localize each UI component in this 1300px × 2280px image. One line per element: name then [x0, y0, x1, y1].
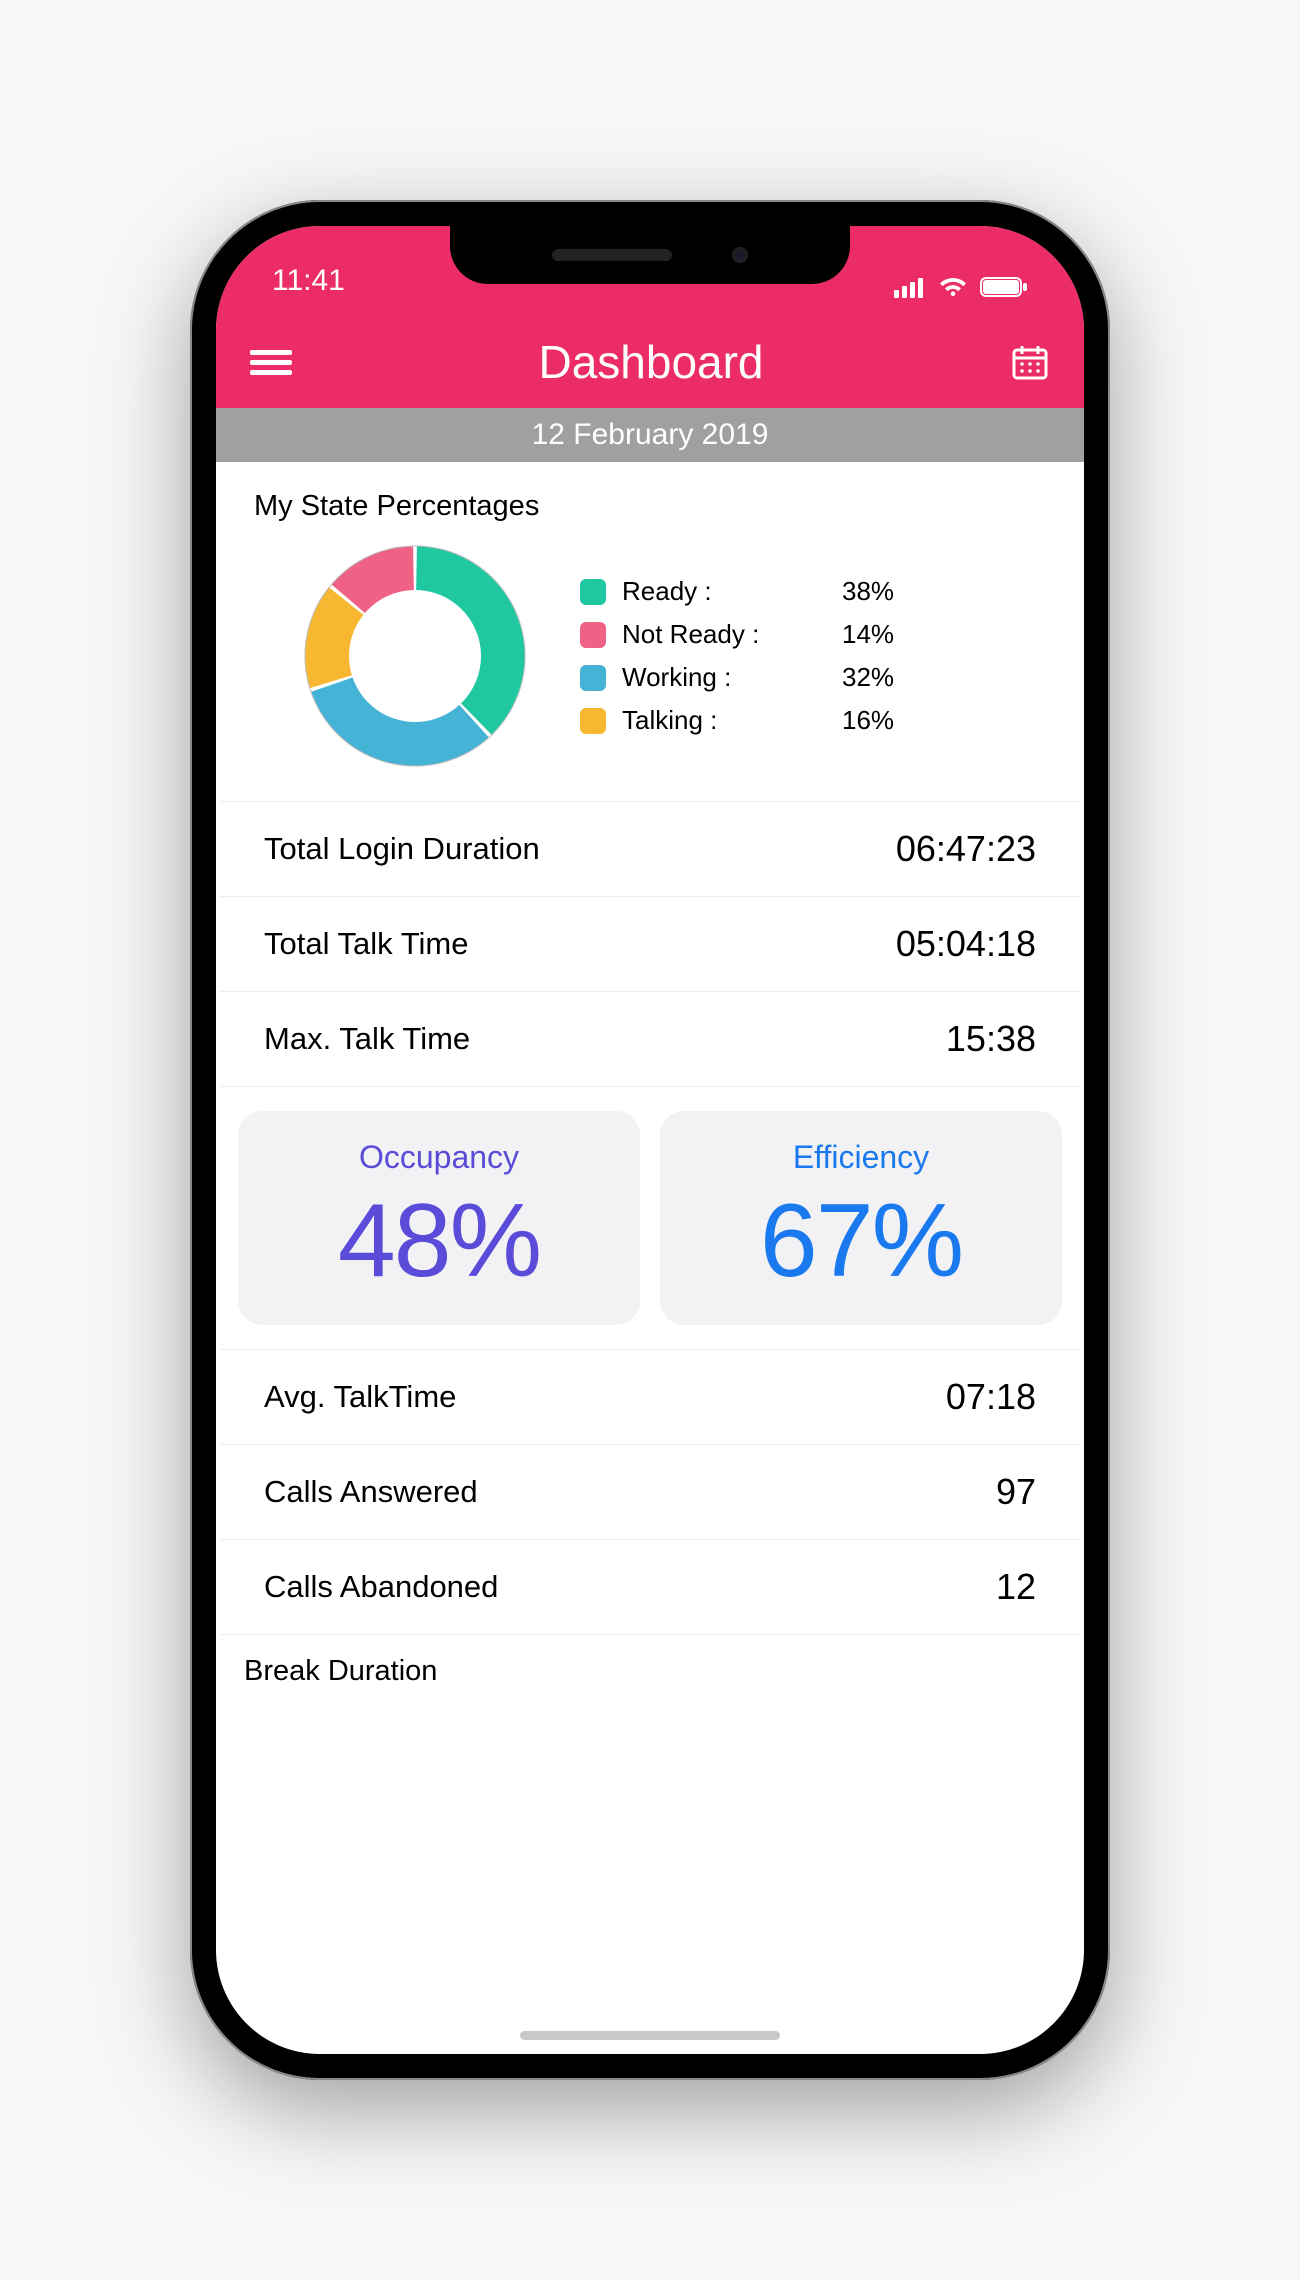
metric-row: Max. Talk Time 15:38	[220, 992, 1080, 1087]
metric-label: Calls Answered	[264, 1474, 478, 1510]
legend-label: Talking :	[622, 705, 792, 736]
metric-row: Total Login Duration 06:47:23	[220, 802, 1080, 897]
metric-label: Max. Talk Time	[264, 1021, 470, 1057]
dashboard-content[interactable]: My State Percentages Ready : 38% Not Ready…	[216, 462, 1084, 2054]
cellular-icon	[894, 276, 926, 298]
metric-row: Total Talk Time 05:04:18	[220, 897, 1080, 992]
date-bar: 12 February 2019	[216, 408, 1084, 462]
chart-legend: Ready : 38% Not Ready : 14% Working : 32% Talk…	[580, 570, 1046, 742]
app-header: Dashboard	[216, 316, 1084, 408]
efficiency-card: Efficiency 67%	[660, 1111, 1062, 1325]
metric-row: Avg. TalkTime 07:18	[220, 1350, 1080, 1445]
legend-row: Ready : 38%	[580, 570, 1046, 613]
front-camera	[732, 247, 748, 263]
occupancy-card: Occupancy 48%	[238, 1111, 640, 1325]
legend-value: 38%	[842, 576, 894, 607]
screen: 11:41 Dashboard 12 Februar	[216, 226, 1084, 2054]
efficiency-title: Efficiency	[672, 1139, 1050, 1176]
calendar-icon[interactable]	[1010, 342, 1050, 382]
legend-label: Not Ready :	[622, 619, 792, 650]
state-percentages-row: Ready : 38% Not Ready : 14% Working : 32% Talk…	[220, 541, 1080, 802]
metrics-top-list: Total Login Duration 06:47:23 Total Talk T…	[220, 802, 1080, 1087]
state-percentages-title: My State Percentages	[220, 462, 1080, 541]
legend-value: 32%	[842, 662, 894, 693]
phone-frame: 11:41 Dashboard 12 Februar	[190, 200, 1110, 2080]
status-icons	[894, 276, 1028, 298]
metric-label: Total Login Duration	[264, 831, 540, 867]
metric-row: Calls Abandoned 12	[220, 1540, 1080, 1635]
metric-value: 12	[996, 1566, 1036, 1608]
metric-value: 97	[996, 1471, 1036, 1513]
wifi-icon	[938, 276, 968, 298]
home-indicator[interactable]	[520, 2031, 780, 2040]
metric-label: Avg. TalkTime	[264, 1379, 456, 1415]
speaker-slot	[552, 249, 672, 261]
donut-slice-working	[311, 677, 489, 766]
donut-chart	[300, 541, 530, 771]
break-duration-title: Break Duration	[220, 1635, 1080, 1688]
metric-row: Calls Answered 97	[220, 1445, 1080, 1540]
occupancy-value: 48%	[250, 1182, 628, 1301]
legend-label: Ready :	[622, 576, 792, 607]
metric-value: 15:38	[946, 1018, 1036, 1060]
metric-label: Total Talk Time	[264, 926, 468, 962]
legend-swatch	[580, 622, 606, 648]
legend-row: Talking : 16%	[580, 699, 1046, 742]
occupancy-title: Occupancy	[250, 1139, 628, 1176]
metric-label: Calls Abandoned	[264, 1569, 498, 1605]
legend-value: 16%	[842, 705, 894, 736]
notch	[450, 226, 850, 284]
donut-slice-ready	[416, 546, 525, 735]
legend-row: Not Ready : 14%	[580, 613, 1046, 656]
legend-label: Working :	[622, 662, 792, 693]
menu-icon[interactable]	[250, 345, 292, 380]
efficiency-value: 67%	[672, 1182, 1050, 1301]
battery-icon	[980, 276, 1028, 298]
metric-value: 07:18	[946, 1376, 1036, 1418]
legend-swatch	[580, 579, 606, 605]
metric-value: 05:04:18	[896, 923, 1036, 965]
metric-value: 06:47:23	[896, 828, 1036, 870]
cards-row: Occupancy 48% Efficiency 67%	[220, 1087, 1080, 1350]
metrics-bottom-list: Avg. TalkTime07:18Calls Answered97Calls …	[220, 1350, 1080, 1635]
legend-swatch	[580, 665, 606, 691]
page-title: Dashboard	[292, 335, 1010, 389]
legend-swatch	[580, 708, 606, 734]
legend-row: Working : 32%	[580, 656, 1046, 699]
clock: 11:41	[272, 264, 345, 298]
legend-value: 14%	[842, 619, 894, 650]
